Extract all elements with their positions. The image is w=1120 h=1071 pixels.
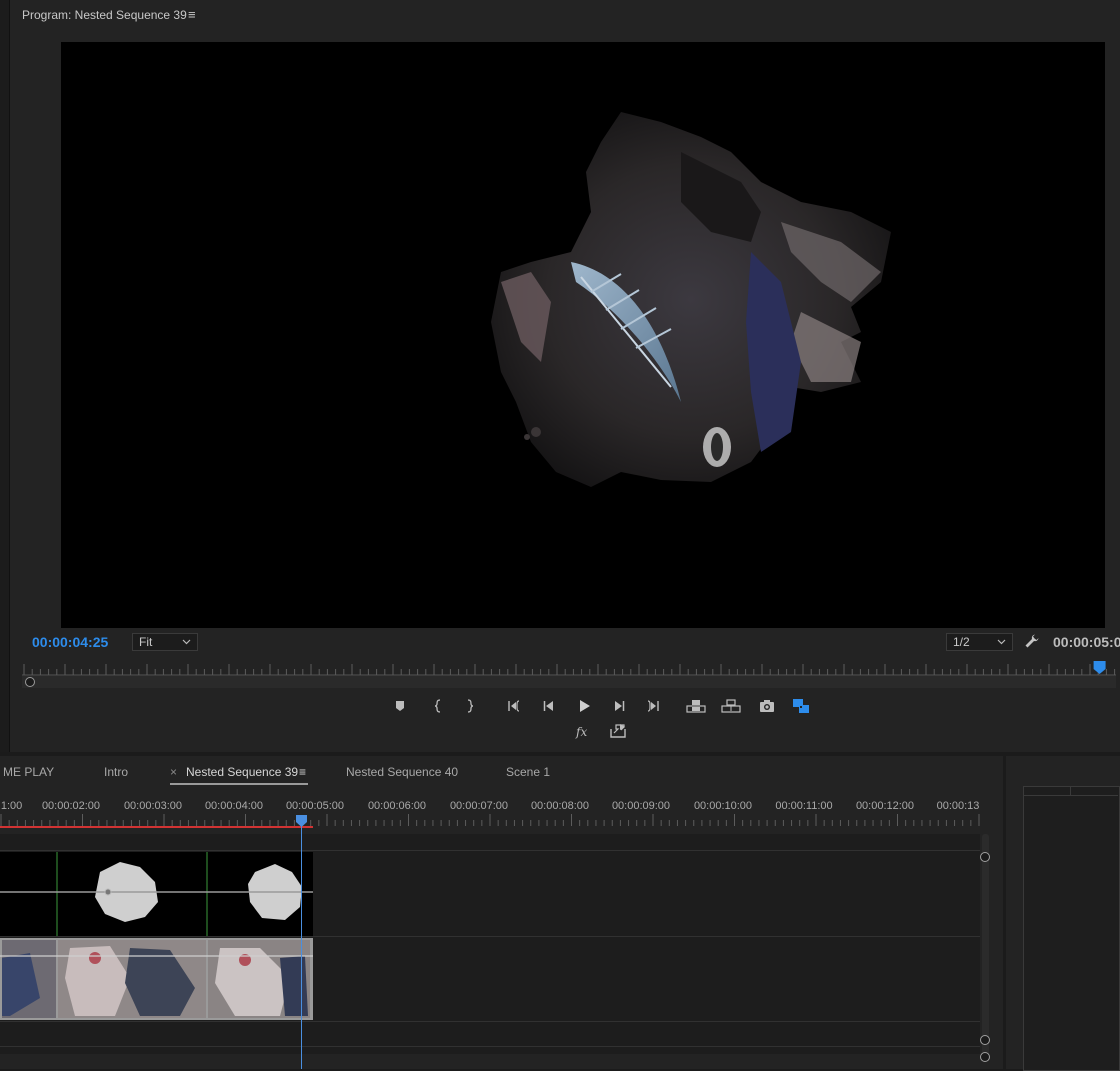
ruler-label: 00:00:02:00 — [41, 800, 101, 812]
ruler-label: 00:00:03:00 — [123, 800, 183, 812]
wrench-icon[interactable] — [1024, 633, 1040, 649]
chevron-down-icon — [997, 634, 1006, 655]
v1-video-clip[interactable] — [0, 938, 313, 1020]
program-panel-title[interactable]: Program: Nested Sequence 39 — [22, 8, 187, 22]
timeline-playhead-line — [301, 822, 302, 1069]
duration-timecode: 00:00:05:0 — [1053, 634, 1120, 650]
play-icon[interactable] — [574, 697, 594, 715]
tab-intro[interactable]: Intro — [104, 765, 128, 779]
monitor-time-ruler[interactable] — [22, 660, 1116, 676]
meter-header-divider — [1023, 795, 1118, 796]
timeline-ruler-labels[interactable]: :1:00 00:00:02:00 00:00:03:00 00:00:04:0… — [0, 800, 980, 814]
go-to-out-icon[interactable] — [643, 697, 663, 715]
track-divider — [0, 936, 980, 937]
track-divider — [0, 1021, 980, 1022]
lift-icon[interactable] — [686, 697, 706, 715]
go-to-in-icon[interactable] — [504, 697, 524, 715]
scroll-handle-bottom[interactable] — [980, 1035, 990, 1045]
work-area-bar[interactable] — [0, 826, 313, 828]
export-frame-icon[interactable] — [757, 697, 777, 715]
tab-nested-sequence-40[interactable]: Nested Sequence 40 — [346, 765, 458, 779]
tab-menu-icon[interactable]: ≡ — [299, 765, 306, 779]
ruler-label: 00:00:09:00 — [611, 800, 671, 812]
panel-menu-icon[interactable]: ≡ — [188, 7, 196, 22]
audio-meter-area — [1023, 786, 1120, 1071]
add-marker-icon[interactable] — [390, 697, 410, 715]
scroll-handle-top[interactable] — [980, 852, 990, 862]
audio-scroll-handle[interactable] — [980, 1052, 990, 1062]
ruler-label: 00:00:13 — [936, 800, 980, 812]
ruler-label: 00:00:04:00 — [204, 800, 264, 812]
ruler-label: :1:00 — [0, 800, 23, 812]
zoom-scroll-handle[interactable] — [25, 677, 35, 687]
v2-matte-clip[interactable] — [0, 852, 313, 936]
ruler-label: 00:00:07:00 — [449, 800, 509, 812]
extract-icon[interactable] — [721, 697, 741, 715]
ruler-label: 00:00:11:00 — [775, 800, 833, 812]
timeline-playhead-handle[interactable] — [296, 815, 307, 827]
meter-channel-divider — [1070, 786, 1071, 795]
tab-me-play[interactable]: ME PLAY — [3, 765, 54, 779]
chevron-down-icon — [182, 634, 191, 655]
export-icon[interactable] — [608, 722, 628, 740]
ruler-label: 00:00:05:00 — [285, 800, 345, 812]
ruler-label: 00:00:12:00 — [855, 800, 915, 812]
program-video-viewer[interactable] — [61, 42, 1105, 628]
track-divider — [0, 1046, 980, 1047]
step-forward-icon[interactable] — [609, 697, 629, 715]
track-divider — [0, 850, 980, 851]
mark-in-icon[interactable] — [428, 697, 448, 715]
timeline-vertical-scrollbar[interactable] — [982, 834, 989, 1056]
comparison-view-icon[interactable] — [791, 697, 811, 715]
zoom-level-dropdown[interactable]: Fit — [132, 633, 198, 651]
active-tab-indicator — [170, 783, 308, 785]
mark-out-icon[interactable] — [460, 697, 480, 715]
ruler-label: 00:00:06:00 — [367, 800, 427, 812]
tab-scene-1[interactable]: Scene 1 — [506, 765, 550, 779]
monitor-playhead-marker — [1093, 661, 1106, 674]
ruler-label: 00:00:10:00 — [693, 800, 753, 812]
ruler-label: 00:00:08:00 — [530, 800, 590, 812]
playback-resolution-value: 1/2 — [953, 635, 970, 649]
video-frame-image — [491, 112, 891, 487]
svg-text:fx: fx — [575, 725, 587, 739]
step-back-icon[interactable] — [539, 697, 559, 715]
tab-close-icon[interactable]: × — [170, 765, 177, 779]
monitor-zoom-scrollbar[interactable] — [22, 676, 1116, 688]
left-panel-edge — [0, 0, 10, 752]
zoom-level-value: Fit — [139, 635, 153, 649]
tab-nested-sequence-39[interactable]: Nested Sequence 39 — [186, 765, 298, 779]
current-timecode[interactable]: 00:00:04:25 — [32, 634, 108, 650]
fx-icon[interactable]: fx — [573, 723, 593, 741]
v2-clip-thumbnails — [0, 852, 313, 936]
v1-clip-thumbnails — [0, 940, 313, 1018]
playback-resolution-dropdown[interactable]: 1/2 — [946, 633, 1013, 651]
